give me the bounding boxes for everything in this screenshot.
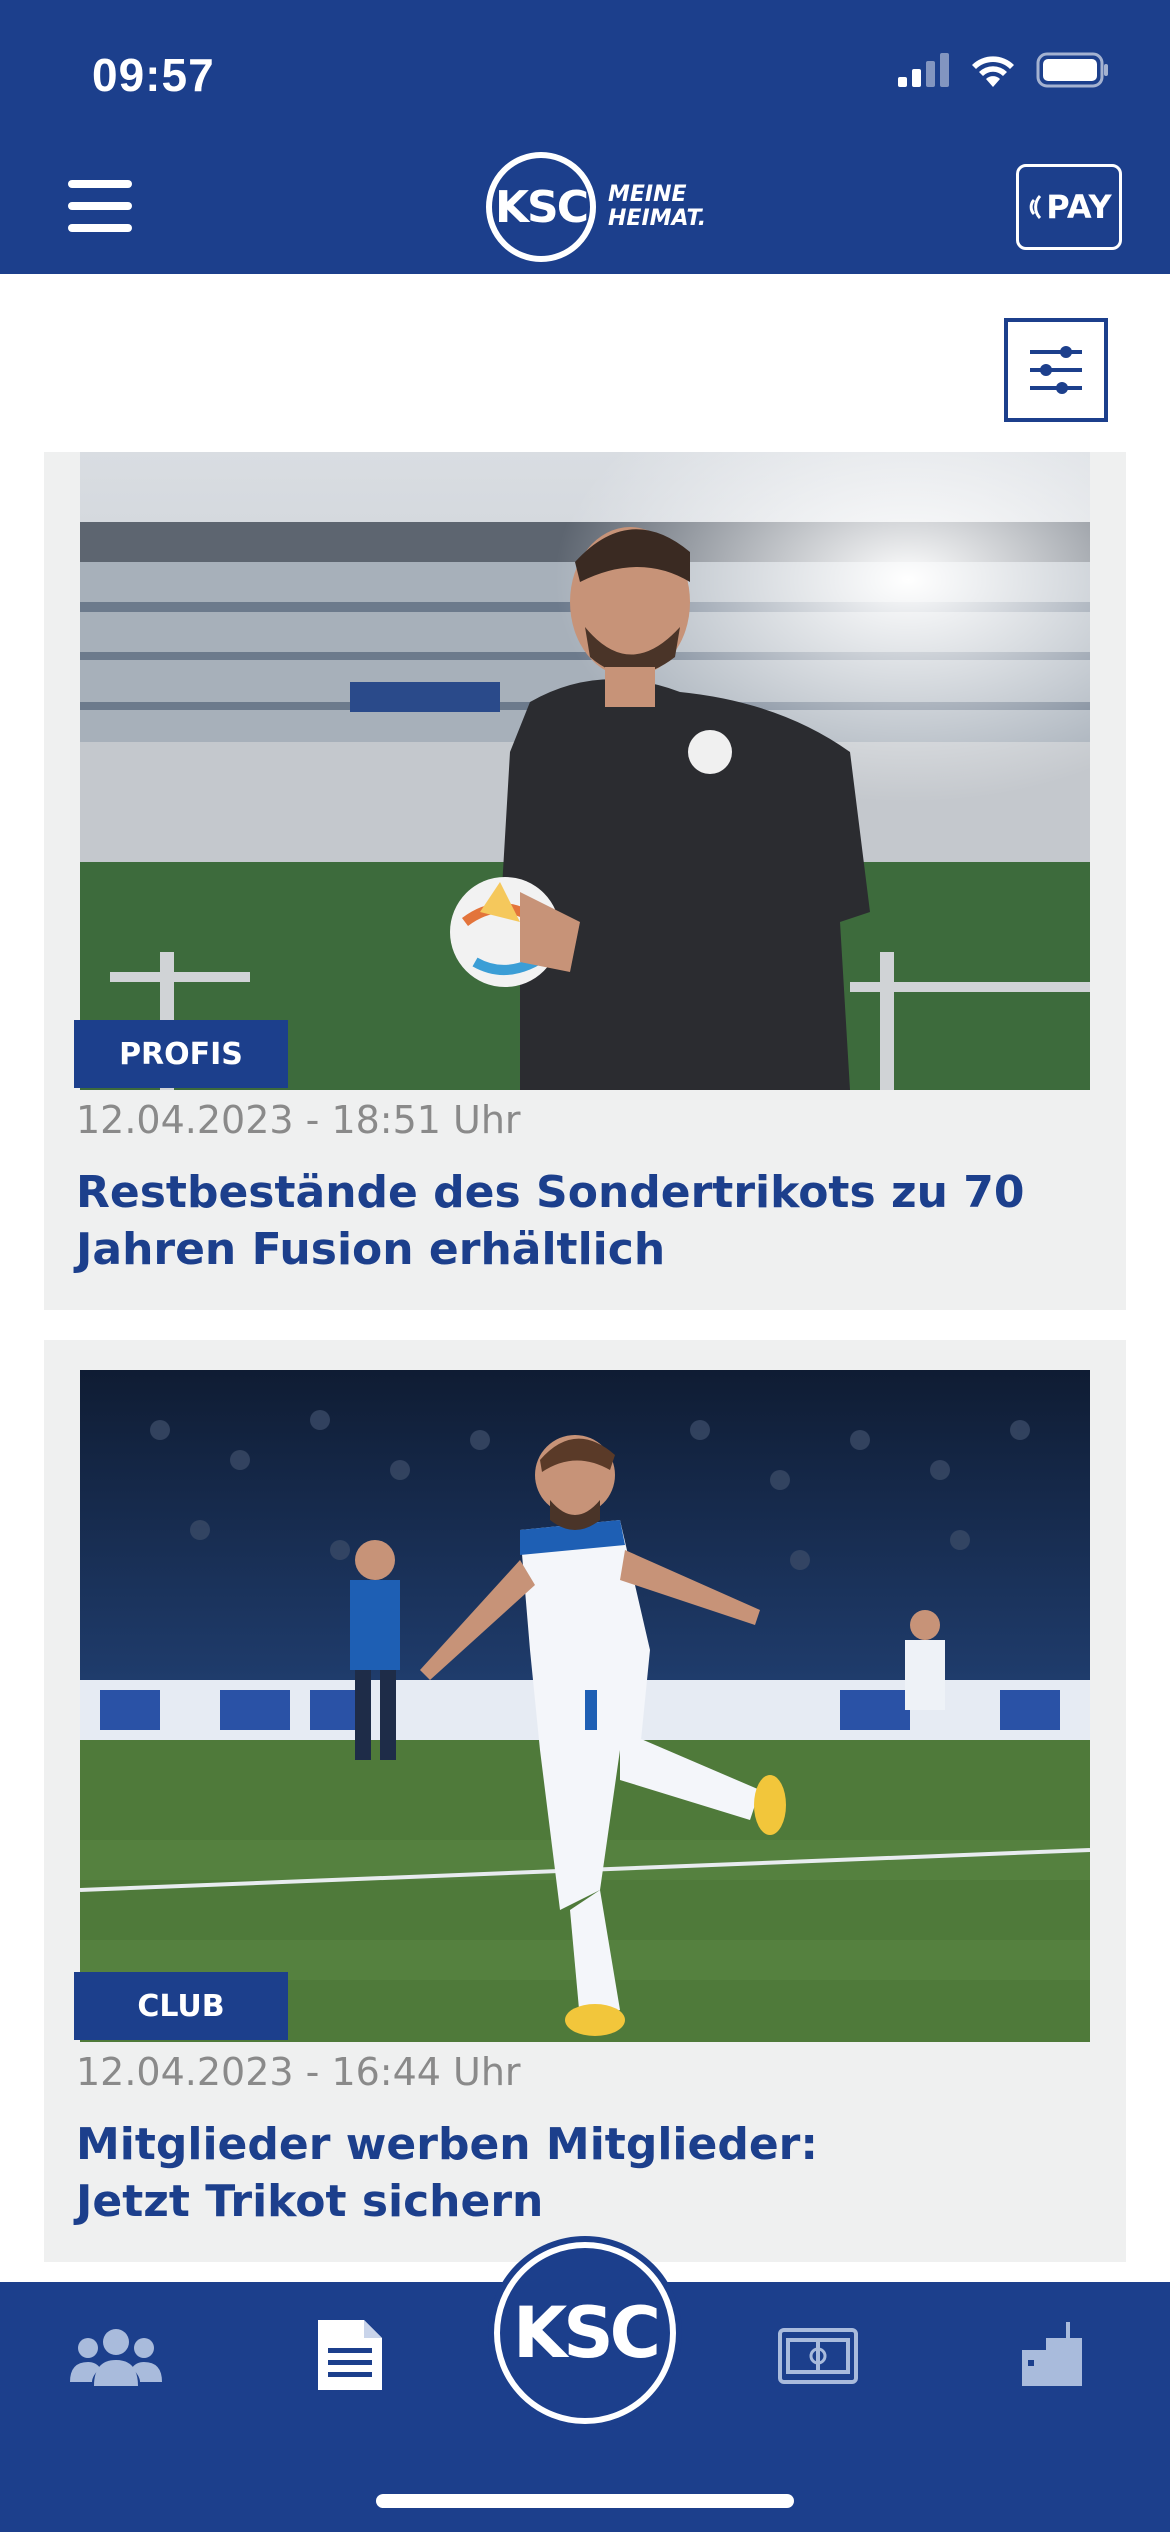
- team-icon: [70, 2329, 162, 2386]
- category-badge: PROFIS: [74, 1020, 288, 1088]
- filter-button[interactable]: [1004, 318, 1108, 422]
- article-date: 12.04.2023 - 18:51 Uhr: [76, 1098, 521, 1142]
- stadium-icon: [778, 2328, 858, 2384]
- category-badge: CLUB: [74, 1972, 288, 2040]
- ksc-home-logo: KSC: [512, 2292, 661, 2374]
- logo-tagline: MEINE HEIMAT.: [608, 183, 706, 231]
- contactless-icon: [1029, 194, 1042, 220]
- logo-tagline-line1: MEINE: [608, 182, 687, 207]
- article-image: [80, 1370, 1090, 2042]
- logo-mark: KSC: [486, 152, 596, 262]
- nav-team[interactable]: [70, 2326, 162, 2395]
- menu-button[interactable]: [68, 180, 132, 236]
- nav-news[interactable]: [318, 2320, 382, 2395]
- player-photo: [80, 1370, 1090, 2042]
- home-indicator[interactable]: [376, 2494, 794, 2508]
- article-date: 12.04.2023 - 16:44 Uhr: [76, 2050, 521, 2094]
- app-header: KSC MEINE HEIMAT. PAY: [0, 140, 1170, 274]
- wifi-icon: [972, 56, 1014, 87]
- article-image: [80, 452, 1090, 1090]
- ksc-logo[interactable]: KSC MEINE HEIMAT.: [486, 152, 706, 262]
- nav-stadium[interactable]: [778, 2328, 858, 2389]
- nav-home-ksc[interactable]: KSC: [494, 2242, 676, 2424]
- sliders-icon: [1030, 346, 1082, 394]
- status-time: 09:57: [92, 49, 215, 101]
- hamburger-icon-bar: [68, 202, 132, 210]
- shop-icon: [1022, 2310, 1082, 2386]
- signal-icon: [898, 53, 949, 87]
- article-title[interactable]: Mitglieder werben Mitglieder: Jetzt Trik…: [76, 2116, 836, 2230]
- nav-shop[interactable]: [1022, 2310, 1082, 2391]
- article-card[interactable]: CLUB 12.04.2023 - 16:44 Uhr Mitglieder w…: [44, 1340, 1126, 2262]
- pay-label: PAY: [1046, 188, 1112, 226]
- pay-button[interactable]: PAY: [1016, 164, 1122, 250]
- logo-tagline-line2: HEIMAT.: [608, 206, 707, 231]
- hamburger-icon-bar: [68, 180, 132, 188]
- player-photo: [80, 452, 1090, 1090]
- battery-icon: [1036, 52, 1108, 88]
- hamburger-icon-bar: [68, 224, 132, 232]
- article-title[interactable]: Restbestände des Sondertrikots zu 70 Jah…: [76, 1164, 1086, 1278]
- article-card[interactable]: PROFIS 12.04.2023 - 18:51 Uhr Restbestän…: [44, 452, 1126, 1310]
- status-bar: 09:57: [0, 0, 1170, 140]
- news-icon: [318, 2320, 382, 2390]
- status-icons: [898, 52, 1110, 88]
